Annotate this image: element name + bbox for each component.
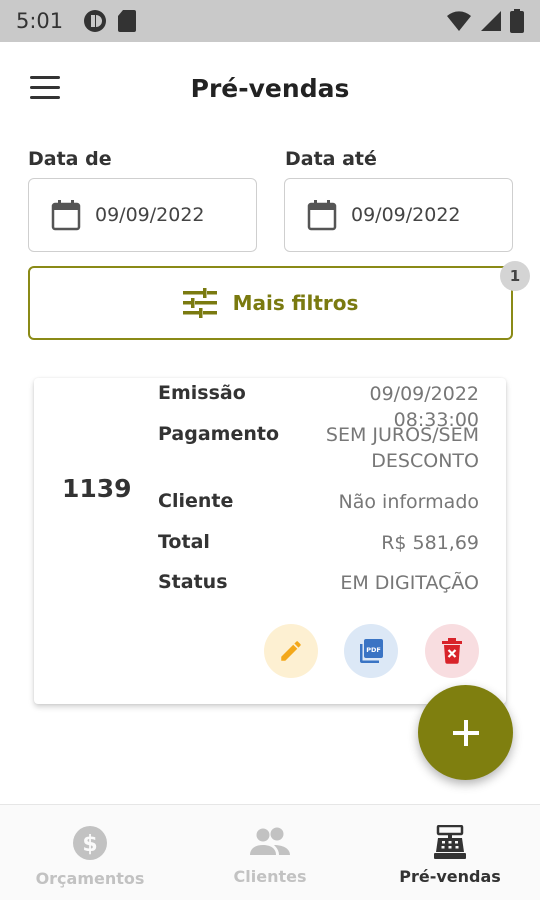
nav-label-pre-vendas: Pré-vendas [399, 867, 501, 886]
nav-label-orcamentos: Orçamentos [35, 869, 145, 888]
date-to-label: Data até [285, 148, 377, 170]
svg-text:$: $ [82, 832, 97, 857]
order-card[interactable]: 1139 Emissão 09/09/2022 08:33:00 Pagamen… [34, 378, 506, 704]
filter-count-badge: 1 [500, 261, 530, 291]
edit-icon [281, 641, 301, 661]
nav-item-pre-vendas[interactable]: Pré-vendas [360, 805, 540, 900]
clock-badge-icon [84, 10, 107, 32]
pdf-icon: PDF [360, 639, 383, 663]
date-from-field[interactable]: 09/09/2022 [28, 178, 257, 252]
issue-label: Emissão [158, 382, 246, 404]
signal-icon [481, 11, 501, 31]
page-title: Pré-vendas [190, 74, 350, 103]
total-label: Total [158, 531, 210, 553]
total-value: R$ 581,69 [381, 532, 479, 554]
status-bar: 5:01 [0, 0, 540, 42]
app-bar: Pré-vendas [0, 42, 540, 136]
battery-icon [510, 9, 524, 33]
plus-icon [452, 719, 479, 746]
status-time: 5:01 [16, 9, 64, 33]
date-from-label: Data de [28, 148, 112, 170]
more-filters-label: Mais filtros [232, 291, 359, 315]
customer-value: Não informado [338, 491, 479, 513]
delete-icon [442, 638, 462, 664]
edit-button[interactable] [264, 624, 318, 678]
date-to-value: 09/09/2022 [351, 204, 461, 226]
sd-card-icon [118, 10, 137, 32]
add-fab-button[interactable] [418, 685, 513, 780]
nav-label-clientes: Clientes [233, 867, 307, 886]
dollar-circle-icon: $ [73, 826, 107, 860]
tune-icon [182, 288, 217, 318]
nav-item-clientes[interactable]: Clientes [180, 805, 360, 900]
calendar-icon [51, 200, 81, 231]
more-filters-button[interactable]: Mais filtros [28, 266, 513, 340]
svg-text:PDF: PDF [366, 646, 381, 654]
wifi-icon [447, 11, 471, 31]
order-number: 1139 [62, 474, 132, 503]
delete-button[interactable] [425, 624, 479, 678]
date-from-value: 09/09/2022 [95, 204, 205, 226]
status-value: EM DIGITAÇÃO [340, 572, 479, 594]
status-label: Status [158, 571, 228, 593]
customer-label: Cliente [158, 490, 234, 512]
date-to-field[interactable]: 09/09/2022 [284, 178, 513, 252]
bottom-navigation: $ Orçamentos Clientes Pré-vendas [0, 804, 540, 900]
pdf-button[interactable]: PDF [344, 624, 398, 678]
nav-item-orcamentos[interactable]: $ Orçamentos [0, 805, 180, 900]
payment-label: Pagamento [158, 423, 280, 445]
payment-value: SEM JUROS/SEM DESCONTO [325, 424, 479, 472]
calendar-icon [307, 200, 337, 231]
cash-register-icon [434, 825, 466, 859]
people-icon [250, 827, 290, 855]
